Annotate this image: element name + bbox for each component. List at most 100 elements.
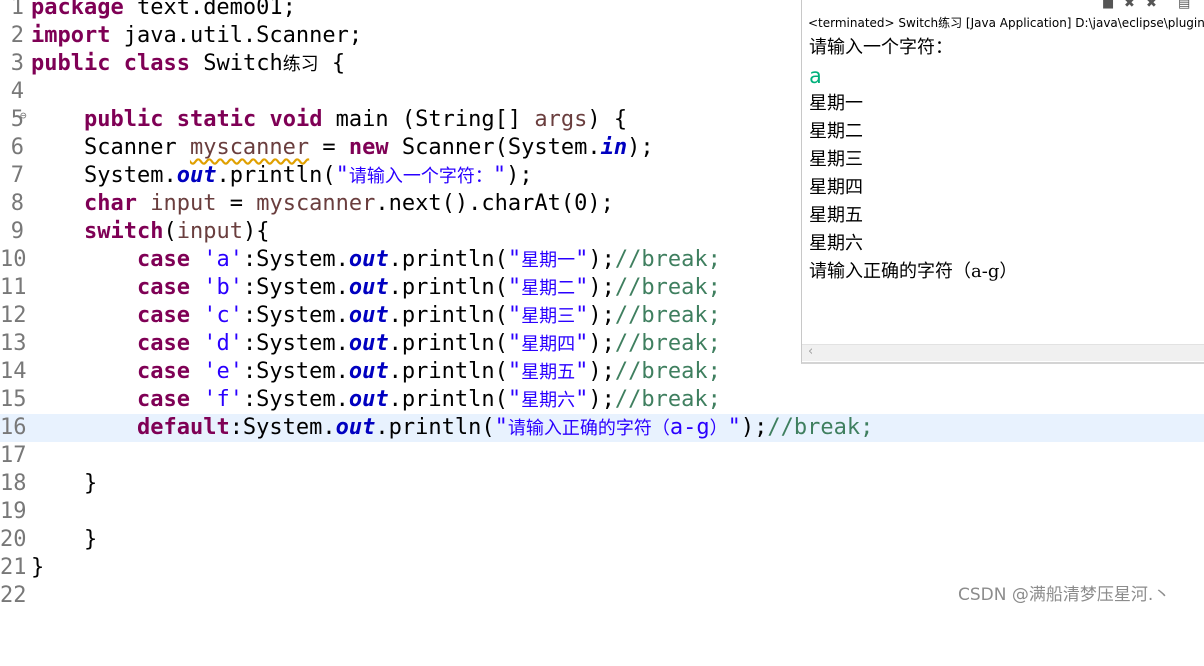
parameter: args xyxy=(534,107,588,132)
line-number: 19 xyxy=(0,499,27,524)
keyword: switch xyxy=(83,219,164,244)
method-signature: main (String[] xyxy=(322,107,535,132)
code-text[interactable]: case 'e':System.out.println("星期五");//bre… xyxy=(31,358,721,387)
char-literal: 'd' xyxy=(189,331,243,356)
code-line-21[interactable]: 21 } xyxy=(0,554,1204,582)
field: out xyxy=(348,359,389,384)
code-line-19[interactable]: 19 xyxy=(0,498,1204,526)
method-call: .println( xyxy=(388,331,508,356)
char-literal: 'b' xyxy=(189,275,243,300)
keyword: public xyxy=(83,107,164,132)
keyword: static xyxy=(176,107,257,132)
code-text[interactable]: } xyxy=(31,470,97,498)
console-view[interactable]: ■ ✖ ✖ ▤ <terminated> Switch练习 [Java Appl… xyxy=(801,0,1204,364)
switch-open: ){ xyxy=(242,219,270,244)
warning-variable[interactable]: myscanner xyxy=(190,135,309,160)
keyword: void xyxy=(269,107,323,132)
constructor: Scanner(System. xyxy=(388,135,601,160)
string-quote: " xyxy=(507,303,522,328)
char-literal: 'f' xyxy=(189,387,243,412)
string-quote: " xyxy=(507,247,522,272)
code-text[interactable]: case 'c':System.out.println("星期三");//bre… xyxy=(31,302,721,331)
code-line-17[interactable]: 17 xyxy=(0,442,1204,470)
terminate-icon[interactable]: ■ xyxy=(1102,0,1114,11)
method-call: .println( xyxy=(375,415,495,440)
code-text[interactable]: switch(input){ xyxy=(31,218,269,246)
string-quote: " xyxy=(492,163,507,188)
code-text[interactable]: public class Switch练习 { xyxy=(31,50,345,79)
code-text[interactable]: package text.demo01; xyxy=(31,0,296,22)
statement-end: ); xyxy=(588,331,615,356)
console-output-line: 星期二 xyxy=(809,121,863,142)
remove-launch-icon[interactable]: ✖ xyxy=(1124,0,1135,11)
statement-end: ); xyxy=(740,415,768,440)
statement-end: ); xyxy=(588,303,615,328)
line-number: 13 xyxy=(0,331,27,356)
code-text[interactable]: import java.util.Scanner; xyxy=(31,22,362,50)
code-line-18[interactable]: 18 } xyxy=(0,470,1204,498)
field: in xyxy=(600,135,628,160)
code-text[interactable]: case 'f':System.out.println("星期六");//bre… xyxy=(31,386,721,415)
code-text[interactable]: char input = myscanner.next().charAt(0); xyxy=(31,190,614,218)
keyword: new xyxy=(348,135,389,160)
import-path: java.util.Scanner; xyxy=(110,23,363,48)
code-text[interactable]: } xyxy=(31,526,97,554)
line-number: 9 xyxy=(10,219,24,244)
method-call: .println( xyxy=(388,303,508,328)
string-quote: " xyxy=(507,387,522,412)
brace: { xyxy=(318,51,346,76)
comment: //break; xyxy=(614,331,721,356)
code-text[interactable]: case 'a':System.out.println("星期一");//bre… xyxy=(31,246,721,275)
code-line-20[interactable]: 20 } xyxy=(0,526,1204,554)
string-literal: 星期五 xyxy=(521,362,576,383)
comment: //break; xyxy=(614,359,721,384)
code-line-15[interactable]: 15 case 'f':System.out.println("星期六");//… xyxy=(0,386,1204,414)
code-text[interactable]: Scanner myscanner = new Scanner(System.i… xyxy=(31,134,654,162)
method-call: .println( xyxy=(388,359,508,384)
line-number: 6 xyxy=(10,135,24,160)
system-ref: :System. xyxy=(242,303,349,328)
code-text[interactable]: System.out.println("请输入一个字符："); xyxy=(31,162,533,191)
remove-all-icon[interactable]: ✖ xyxy=(1146,0,1157,11)
string-literal: 请输入一个字符： xyxy=(348,166,493,187)
string-quote: " xyxy=(575,359,589,384)
method-chain: .next().charAt(0); xyxy=(375,191,614,216)
comment: //break; xyxy=(614,275,721,300)
field: out xyxy=(335,415,376,440)
close-brace: } xyxy=(31,555,45,580)
code-text[interactable]: case 'd':System.out.println("星期四");//bre… xyxy=(31,330,721,359)
code-text[interactable]: public static void main (String[] args) … xyxy=(31,106,627,134)
pin-console-icon[interactable]: ▤ xyxy=(1178,0,1190,11)
char-literal: 'e' xyxy=(189,359,243,384)
line-number: 1 xyxy=(10,0,24,20)
class-name-cn: 练习 xyxy=(282,54,319,75)
code-text[interactable]: case 'b':System.out.println("星期二");//bre… xyxy=(31,274,721,303)
string-literal: ） xyxy=(709,418,728,439)
close-brace: } xyxy=(83,471,98,496)
method-call: .println( xyxy=(388,387,508,412)
code-editor[interactable]: 1 package text.demo01; 2 import java.uti… xyxy=(0,0,1204,611)
code-line-16-current[interactable]: 16 default:System.out.println("请输入正确的字符（… xyxy=(0,414,1204,442)
line-number: 15 xyxy=(0,387,27,412)
system-ref: :System. xyxy=(242,247,349,272)
statement-end: ); xyxy=(588,275,615,300)
code-text[interactable]: default:System.out.println("请输入正确的字符（a-g… xyxy=(31,414,873,443)
string-quote: " xyxy=(494,415,508,440)
code-text[interactable]: } xyxy=(31,554,44,582)
fold-collapse-icon[interactable]: ⊖ xyxy=(20,102,27,130)
comment: //break; xyxy=(614,387,721,412)
field: out xyxy=(348,275,389,300)
scroll-left-icon[interactable]: ‹ xyxy=(808,344,813,359)
statement-end: ); xyxy=(588,359,615,384)
line-number: 14 xyxy=(0,359,27,384)
keyword: case xyxy=(136,359,190,384)
system-ref: :System. xyxy=(229,415,336,440)
string-quote: " xyxy=(507,275,522,300)
field: out xyxy=(348,247,389,272)
horizontal-scrollbar[interactable]: ‹ xyxy=(802,344,1204,361)
variable: input xyxy=(176,219,243,244)
type-name: Scanner xyxy=(83,135,190,160)
statement-end: ); xyxy=(588,247,615,272)
console-input-line: a xyxy=(809,64,822,88)
